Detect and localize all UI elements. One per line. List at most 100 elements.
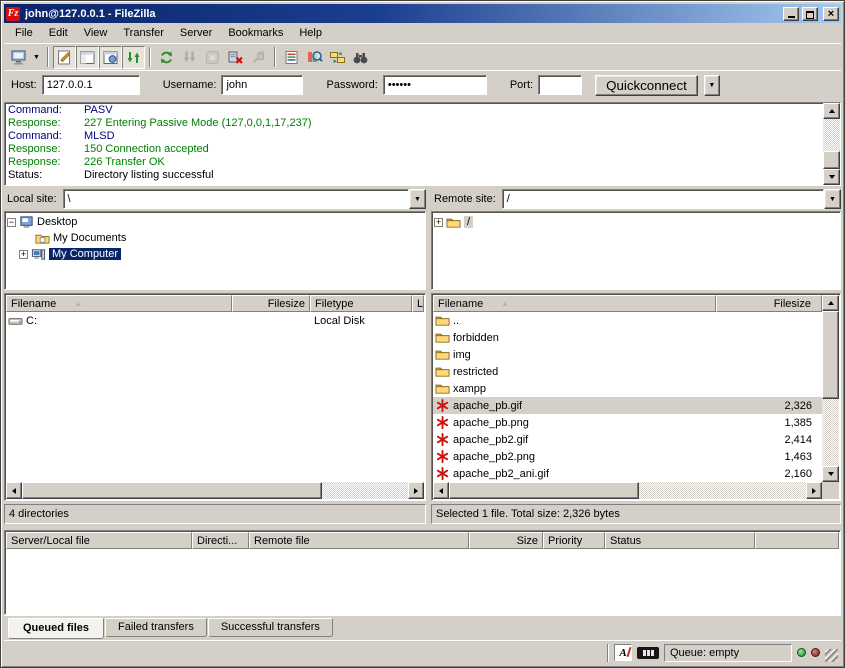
menu-help[interactable]: Help (291, 25, 330, 41)
tree-item-label[interactable]: Desktop (37, 216, 77, 228)
tab-queued-files[interactable]: Queued files (8, 618, 104, 639)
column-header-direction[interactable]: Directi... (192, 532, 249, 549)
tree-item-desktop[interactable]: − Desktop (7, 214, 423, 230)
column-header-last-modified[interactable]: L (412, 295, 424, 312)
toggle-message-log-button[interactable] (53, 46, 76, 69)
scroll-up-button[interactable] (823, 103, 840, 119)
column-header-filetype[interactable]: Filetype (310, 295, 412, 312)
tree-item-root[interactable]: + / (434, 214, 838, 230)
menu-file[interactable]: File (7, 25, 41, 41)
toggle-transfer-queue-button[interactable] (122, 46, 145, 69)
maximize-button[interactable] (802, 7, 818, 21)
quickconnect-dropdown[interactable]: ▼ (704, 75, 720, 96)
speed-limit-icon[interactable] (637, 647, 659, 659)
expand-icon[interactable]: + (434, 218, 443, 227)
port-input[interactable] (538, 75, 582, 95)
file-size: 1,385 (716, 417, 822, 429)
collapse-icon[interactable]: − (7, 218, 16, 227)
local-site-value[interactable]: \ (63, 189, 409, 209)
scroll-down-button[interactable] (822, 466, 839, 482)
remote-site-value[interactable]: / (502, 189, 824, 209)
find-files-button[interactable] (349, 46, 372, 69)
scroll-right-button[interactable] (806, 482, 822, 499)
local-tree: − Desktop My Documents + My Computer (4, 211, 426, 290)
remote-vertical-scrollbar[interactable] (822, 295, 839, 482)
tab-successful-transfers[interactable]: Successful transfers (208, 618, 333, 637)
site-manager-button[interactable] (7, 46, 30, 69)
column-header-filename[interactable]: Filename▲ (433, 295, 716, 312)
tree-item-label-selected[interactable]: My Computer (49, 248, 121, 260)
site-manager-dropdown[interactable]: ▼ (30, 46, 43, 69)
close-button[interactable]: × (823, 7, 839, 21)
scroll-right-button[interactable] (408, 482, 424, 499)
menu-transfer[interactable]: Transfer (115, 25, 172, 41)
column-header-remote-file[interactable]: Remote file (249, 532, 469, 549)
tree-item-label-selected[interactable]: / (464, 216, 473, 228)
title-bar[interactable]: Fz john@127.0.0.1 - FileZilla × (4, 4, 841, 23)
directory-comparison-button[interactable] (303, 46, 326, 69)
column-header-status[interactable]: Status (605, 532, 755, 549)
remote-file-row[interactable]: .. (433, 312, 822, 329)
tree-item-label[interactable]: My Documents (53, 232, 126, 244)
local-horizontal-scrollbar[interactable] (6, 482, 424, 499)
remote-file-row[interactable]: apache_pb2.gif 2,414 (433, 431, 822, 448)
remote-file-row[interactable]: xampp (433, 380, 822, 397)
file-name: .. (453, 315, 459, 327)
remote-file-row[interactable]: apache_pb.png 1,385 (433, 414, 822, 431)
tree-item-my-documents[interactable]: My Documents (7, 230, 423, 246)
tab-failed-transfers[interactable]: Failed transfers (105, 618, 207, 637)
password-input[interactable] (383, 75, 487, 95)
menu-view[interactable]: View (76, 25, 116, 41)
remote-file-row[interactable]: restricted (433, 363, 822, 380)
expand-icon[interactable]: + (19, 250, 28, 259)
menu-server[interactable]: Server (172, 25, 220, 41)
data-type-indicator[interactable]: A (614, 644, 632, 661)
column-header-filename[interactable]: Filename▲ (6, 295, 232, 312)
reconnect-button[interactable] (247, 46, 270, 69)
file-name: apache_pb2.png (453, 451, 535, 463)
log-vertical-scrollbar[interactable] (823, 103, 840, 185)
host-input[interactable] (42, 75, 140, 95)
column-header-priority[interactable]: Priority (543, 532, 605, 549)
refresh-button[interactable] (155, 46, 178, 69)
remote-file-row[interactable]: forbidden (433, 329, 822, 346)
remote-site-dropdown[interactable]: ▼ (824, 189, 841, 209)
remote-file-row[interactable]: apache_pb2.png 1,463 (433, 448, 822, 465)
remote-file-row[interactable]: apache_pb2_ani.gif 2,160 (433, 465, 822, 482)
process-queue-button[interactable] (178, 46, 201, 69)
tree-item-my-computer[interactable]: + My Computer (7, 246, 423, 262)
scroll-up-button[interactable] (822, 295, 839, 311)
menu-edit[interactable]: Edit (41, 25, 76, 41)
scroll-left-button[interactable] (433, 482, 449, 499)
cancel-icon (204, 49, 221, 66)
scroll-left-button[interactable] (6, 482, 22, 499)
scrollbar-thumb[interactable] (822, 311, 839, 399)
local-site-combo[interactable]: \ ▼ (63, 189, 426, 209)
remote-site-combo[interactable]: / ▼ (502, 189, 841, 209)
quickconnect-button[interactable]: Quickconnect (595, 75, 698, 96)
column-header-filesize[interactable]: Filesize (232, 295, 310, 312)
cancel-operation-button[interactable] (201, 46, 224, 69)
column-header-filesize[interactable]: Filesize (716, 295, 822, 312)
toggle-local-tree-button[interactable] (76, 46, 99, 69)
resize-grip[interactable] (825, 649, 838, 662)
disconnect-button[interactable] (224, 46, 247, 69)
toggle-remote-tree-button[interactable] (99, 46, 122, 69)
scrollbar-thumb[interactable] (823, 151, 840, 169)
scroll-down-button[interactable] (823, 169, 840, 185)
minimize-button[interactable] (783, 7, 799, 21)
column-header-size[interactable]: Size (469, 532, 543, 549)
column-header-server-local-file[interactable]: Server/Local file (6, 532, 192, 549)
remote-horizontal-scrollbar[interactable] (433, 482, 839, 499)
remote-file-row[interactable]: img (433, 346, 822, 363)
menu-bookmarks[interactable]: Bookmarks (220, 25, 291, 41)
local-site-dropdown[interactable]: ▼ (409, 189, 426, 209)
directory-listing-filters-button[interactable] (280, 46, 303, 69)
synchronized-browsing-button[interactable] (326, 46, 349, 69)
queue-body[interactable] (6, 549, 839, 613)
remote-file-row-selected[interactable]: apache_pb.gif 2,326 (433, 397, 822, 414)
scrollbar-thumb[interactable] (449, 482, 639, 499)
username-input[interactable] (221, 75, 303, 95)
scrollbar-thumb[interactable] (22, 482, 322, 499)
local-file-row[interactable]: C: Local Disk (6, 312, 424, 329)
